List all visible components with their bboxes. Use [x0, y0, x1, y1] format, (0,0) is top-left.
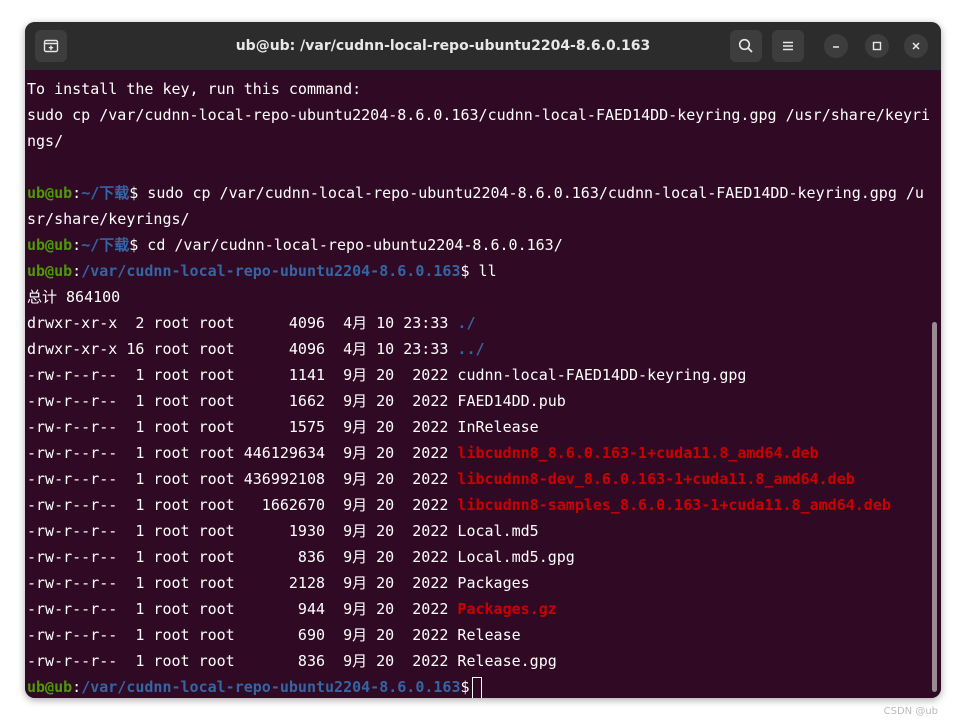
new-tab-button[interactable] — [35, 30, 67, 62]
prompt-user-host: ub@ub — [27, 678, 73, 696]
listing-meta: -rw-r--r-- 1 root root 836 9月 20 2022 — [27, 548, 458, 566]
listing-row: -rw-r--r-- 1 root root 836 9月 20 2022 Re… — [27, 648, 930, 674]
listing-name: cudnn-local-FAED14DD-keyring.gpg — [457, 366, 747, 384]
prompt-path: ~/下载 — [81, 236, 130, 254]
listing-row: -rw-r--r-- 1 root root 690 9月 20 2022 Re… — [27, 622, 930, 648]
prompt-colon: : — [72, 184, 82, 202]
prompt-path: /var/cudnn-local-repo-ubuntu2204-8.6.0.1… — [81, 262, 461, 280]
prompt-path: ~/下载 — [81, 184, 130, 202]
new-tab-icon — [43, 39, 59, 53]
prompt-line[interactable]: ub@ub:/var/cudnn-local-repo-ubuntu2204-8… — [27, 674, 930, 698]
listing-row: -rw-r--r-- 1 root root 944 9月 20 2022 Pa… — [27, 596, 930, 622]
listing-row: -rw-r--r-- 1 root root 436992108 9月 20 2… — [27, 466, 930, 492]
listing-name: ../ — [457, 340, 485, 358]
scrollbar[interactable] — [932, 322, 937, 692]
listing-row: -rw-r--r-- 1 root root 446129634 9月 20 2… — [27, 440, 930, 466]
listing-meta: -rw-r--r-- 1 root root 836 9月 20 2022 — [27, 652, 458, 670]
listing-name: Packages.gz — [457, 600, 557, 618]
listing-name: Packages — [457, 574, 530, 592]
output-line: sudo cp /var/cudnn-local-repo-ubuntu2204… — [27, 106, 931, 124]
listing-name: Release — [457, 626, 521, 644]
listing-row: -rw-r--r-- 1 root root 2128 9月 20 2022 P… — [27, 570, 930, 596]
listing-row: -rw-r--r-- 1 root root 1662670 9月 20 202… — [27, 492, 930, 518]
listing-meta: -rw-r--r-- 1 root root 690 9月 20 2022 — [27, 626, 458, 644]
menu-button[interactable] — [772, 30, 804, 62]
hamburger-menu-icon — [783, 41, 793, 51]
listing-name: libcudnn8-dev_8.6.0.163-1+cuda11.8_amd64… — [457, 470, 855, 488]
prompt-user-host: ub@ub — [27, 262, 73, 280]
prompt-dollar: $ — [460, 678, 470, 696]
search-button[interactable] — [730, 30, 762, 62]
listing-meta: -rw-r--r-- 1 root root 1141 9月 20 2022 — [27, 366, 458, 384]
command-text: cd /var/cudnn-local-repo-ubuntu2204-8.6.… — [138, 236, 563, 254]
listing-meta: -rw-r--r-- 1 root root 2128 9月 20 2022 — [27, 574, 458, 592]
prompt-colon: : — [72, 236, 82, 254]
prompt-dollar: $ — [129, 184, 139, 202]
prompt-user-host: ub@ub — [27, 184, 73, 202]
command-text: ll — [469, 262, 497, 280]
listing-name: Local.md5 — [457, 522, 539, 540]
listing-meta: -rw-r--r-- 1 root root 944 9月 20 2022 — [27, 600, 458, 618]
listing-row: -rw-r--r-- 1 root root 1662 9月 20 2022 F… — [27, 388, 930, 414]
listing-meta: -rw-r--r-- 1 root root 1575 9月 20 2022 — [27, 418, 458, 436]
output-line: ngs/ — [27, 132, 64, 150]
listing-name: Release.gpg — [457, 652, 557, 670]
minimize-button[interactable] — [824, 34, 848, 58]
listing-row: -rw-r--r-- 1 root root 836 9月 20 2022 Lo… — [27, 544, 930, 570]
listing-meta: -rw-r--r-- 1 root root 446129634 9月 20 2… — [27, 444, 458, 462]
minimize-icon — [833, 46, 839, 48]
listing-row: drwxr-xr-x 16 root root 4096 4月 10 23:33… — [27, 336, 930, 362]
listing-row: drwxr-xr-x 2 root root 4096 4月 10 23:33 … — [27, 310, 930, 336]
title-bar: ub@ub: /var/cudnn-local-repo-ubuntu2204-… — [25, 22, 941, 70]
listing-name: InRelease — [457, 418, 539, 436]
prompt-user-host: ub@ub — [27, 236, 73, 254]
listing-name: FAED14DD.pub — [457, 392, 566, 410]
search-icon — [738, 38, 753, 53]
prompt-line: ub@ub:~/下载$ cd /var/cudnn-local-repo-ubu… — [27, 232, 930, 258]
listing-meta: -rw-r--r-- 1 root root 1930 9月 20 2022 — [27, 522, 458, 540]
close-icon — [912, 42, 920, 50]
prompt-dollar: $ — [460, 262, 470, 280]
output-line: To install the key, run this command: — [27, 80, 362, 98]
listing-name: Local.md5.gpg — [457, 548, 575, 566]
close-button[interactable] — [904, 34, 928, 58]
watermark: CSDN @ub — [883, 706, 938, 717]
prompt-path: /var/cudnn-local-repo-ubuntu2204-8.6.0.1… — [81, 678, 461, 696]
maximize-icon — [872, 41, 882, 51]
command-text: sudo cp /var/cudnn-local-repo-ubuntu2204… — [138, 184, 924, 202]
listing-name: libcudnn8_8.6.0.163-1+cuda11.8_amd64.deb — [457, 444, 819, 462]
listing-meta: -rw-r--r-- 1 root root 1662670 9月 20 202… — [27, 496, 458, 514]
prompt-line: ub@ub:~/下载$ sudo cp /var/cudnn-local-rep… — [27, 180, 930, 206]
listing-meta: drwxr-xr-x 2 root root 4096 4月 10 23:33 — [27, 314, 458, 332]
prompt-colon: : — [72, 678, 82, 696]
window-title: ub@ub: /var/cudnn-local-repo-ubuntu2204-… — [235, 38, 651, 54]
text-cursor — [471, 676, 482, 698]
terminal-output[interactable]: To install the key, run this command: su… — [25, 70, 941, 698]
listing-row: -rw-r--r-- 1 root root 1575 9月 20 2022 I… — [27, 414, 930, 440]
listing-name: libcudnn8-samples_8.6.0.163-1+cuda11.8_a… — [457, 496, 891, 514]
prompt-colon: : — [72, 262, 82, 280]
listing-row: -rw-r--r-- 1 root root 1141 9月 20 2022 c… — [27, 362, 930, 388]
maximize-button[interactable] — [865, 34, 889, 58]
listing-meta: -rw-r--r-- 1 root root 1662 9月 20 2022 — [27, 392, 458, 410]
prompt-dollar: $ — [129, 236, 139, 254]
prompt-line: ub@ub:/var/cudnn-local-repo-ubuntu2204-8… — [27, 258, 930, 284]
total-line: 总计 864100 — [27, 288, 121, 306]
listing-row: -rw-r--r-- 1 root root 1930 9月 20 2022 L… — [27, 518, 930, 544]
listing-meta: -rw-r--r-- 1 root root 436992108 9月 20 2… — [27, 470, 458, 488]
listing-name: ./ — [457, 314, 476, 332]
listing-meta: drwxr-xr-x 16 root root 4096 4月 10 23:33 — [27, 340, 458, 358]
terminal-window: ub@ub: /var/cudnn-local-repo-ubuntu2204-… — [25, 22, 941, 698]
output-line: sr/share/keyrings/ — [27, 210, 190, 228]
